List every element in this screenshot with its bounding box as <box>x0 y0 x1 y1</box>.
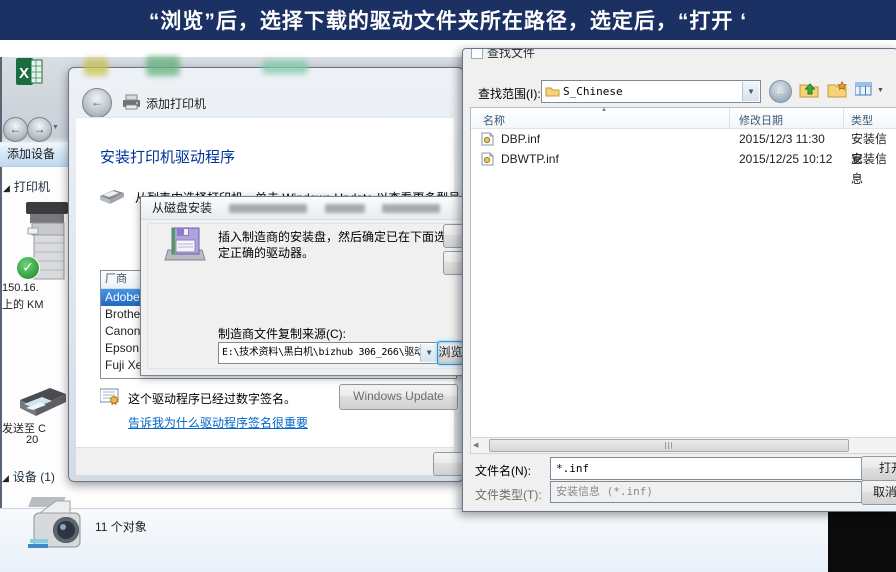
glass-reflection <box>84 58 108 76</box>
back-arrow-icon: ← <box>9 122 22 136</box>
look-in-value: S_Chinese <box>563 85 623 98</box>
fax-device-icon[interactable] <box>16 380 70 425</box>
disk-dialog-title: 从磁盘安装 <box>152 201 213 215</box>
cancel-button[interactable]: 取消 <box>861 480 896 505</box>
glass-reflection <box>146 56 180 76</box>
signing-info-link[interactable]: 告诉我为什么驱动程序签名很重要 <box>128 414 308 431</box>
screen: X ← → ▼ 添加设备 ◢ 打印机 ✓ 150.16. 上的 KM 发送至 C… <box>0 0 896 572</box>
section-expand-icon: ◢ <box>2 473 9 483</box>
wizard-footer <box>76 447 454 475</box>
column-header-name[interactable]: 名称 <box>483 112 505 128</box>
scrollbar-thumb[interactable] <box>489 439 849 452</box>
back-arrow-icon: ← <box>91 95 103 109</box>
printer1-label-line2: 上的 KM <box>2 299 44 311</box>
devices-section-header[interactable]: ◢ 设备 (1) <box>2 468 55 485</box>
sort-ascending-icon: ▲ <box>601 107 607 113</box>
signed-text: 这个驱动程序已经过数字签名。 <box>128 392 297 406</box>
file-row[interactable]: DBWTP.inf 2015/12/25 10:12 安装信息 <box>471 149 896 186</box>
file-type-value: 安装信息 (*.inf) <box>556 485 653 498</box>
printer2-label-line2: 20 <box>26 434 39 446</box>
column-header-date[interactable]: 修改日期 <box>739 112 783 128</box>
next-button-partial[interactable] <box>433 452 464 476</box>
look-in-combobox[interactable]: S_Chinese ▼ <box>541 80 761 103</box>
redacted-text <box>229 204 308 214</box>
certificate-icon <box>99 388 121 408</box>
file-name-label: 文件名(N): <box>475 464 531 478</box>
cancel-button-partial[interactable] <box>443 251 464 275</box>
printer-small-icon <box>122 94 141 113</box>
views-dropdown-icon[interactable]: ▼ <box>877 87 884 94</box>
horizontal-scrollbar[interactable]: ◀ <box>470 437 896 454</box>
file-name: DBWTP.inf <box>501 152 559 166</box>
back-button[interactable]: ← <box>3 117 28 142</box>
copy-from-label: 制造商文件复制来源(C): <box>218 327 346 341</box>
printer-list-icon <box>98 184 126 211</box>
add-device-toolbar-item[interactable]: 添加设备 <box>0 142 68 167</box>
open-button[interactable]: 打开 <box>861 456 896 481</box>
nav-dropdown-icon[interactable]: ▼ <box>52 124 59 131</box>
instruction-banner: “浏览”后，选择下载的驱动文件夹所在路径，选定后，“打开 ‘ <box>0 0 896 40</box>
file-type: 安装信息 <box>851 152 888 186</box>
section-expand-icon: ◢ <box>3 183 10 193</box>
add-device-label: 添加设备 <box>7 147 56 161</box>
file-type-combobox: 安装信息 (*.inf) ▼ <box>550 481 871 503</box>
file-name-value: *.inf <box>556 462 590 475</box>
camera-device-icon <box>26 497 88 564</box>
inf-file-icon <box>481 132 494 146</box>
file-name-combobox[interactable]: *.inf ▼ <box>550 457 871 480</box>
column-header-type[interactable]: 类型 <box>851 112 873 128</box>
floppy-disk-icon <box>164 226 206 267</box>
wizard-heading: 安装打印机驱动程序 <box>100 149 236 166</box>
disk-dialog-message: 插入制造商的安装盘，然后确定已在下面选定正确的驱动器。 <box>218 230 447 260</box>
file-name: DBP.inf <box>501 132 541 146</box>
views-icon[interactable] <box>854 81 875 100</box>
ok-button-partial[interactable] <box>443 224 464 248</box>
file-date: 2015/12/3 11:30 <box>739 132 825 146</box>
browse-button[interactable]: 浏览 <box>437 341 464 365</box>
svg-text:X: X <box>19 65 29 82</box>
printers-section-header[interactable]: ◢ 打印机 <box>3 178 50 195</box>
new-folder-icon[interactable] <box>827 80 848 101</box>
desktop-background <box>828 510 896 572</box>
folder-icon <box>545 87 560 97</box>
manufacturer-column-header[interactable]: 厂商 <box>105 273 127 285</box>
printer2-label-line1: 发送至 C <box>2 423 46 435</box>
forward-button[interactable]: → <box>27 117 52 142</box>
status-object-count: 11 个对象 <box>95 520 147 534</box>
dialog-title: 添加打印机 <box>146 97 207 111</box>
back-nav-icon[interactable]: ← <box>769 80 792 103</box>
banner-text: “浏览”后，选择下载的驱动文件夹所在路径，选定后，“打开 ‘ <box>148 10 748 33</box>
chevron-down-icon[interactable]: ▼ <box>742 82 759 101</box>
file-row[interactable]: DBP.inf 2015/12/3 11:30 安装信息 <box>471 129 896 166</box>
file-type-label: 文件类型(T): <box>475 488 542 502</box>
file-dialog-titlebar: 查找文件 <box>471 49 591 60</box>
look-in-label: 查找范围(I): <box>478 87 541 101</box>
redacted-text <box>324 204 365 214</box>
file-date: 2015/12/25 10:12 <box>739 152 833 166</box>
dialog-icon <box>471 49 483 59</box>
printer1-label-line1: 150.16. <box>2 282 39 294</box>
locate-file-dialog: 查找文件 查找范围(I): S_Chinese ▼ ← ▼ 名称 ▲ 修改日期 <box>462 48 896 512</box>
chevron-down-icon[interactable]: ▼ <box>420 344 437 362</box>
forward-arrow-icon: → <box>33 122 46 136</box>
redacted-text <box>382 204 441 214</box>
scroll-left-icon[interactable]: ◀ <box>473 441 478 449</box>
file-list[interactable]: 名称 ▲ 修改日期 类型 DBP.inf 2015/12/3 11:30 安装信… <box>470 107 896 439</box>
inf-file-icon <box>481 152 494 166</box>
wizard-back-button[interactable]: ← <box>82 88 112 118</box>
default-printer-check-icon: ✓ <box>16 256 40 280</box>
excel-icon[interactable]: X <box>16 57 43 86</box>
path-combobox[interactable]: E:\技术资料\黑白机\bizhub 306_266\驱动程 ▼ <box>218 342 439 364</box>
path-value: E:\技术资料\黑白机\bizhub 306_266\驱动程 <box>222 347 434 358</box>
glass-reflection <box>262 60 308 74</box>
up-one-level-icon[interactable] <box>799 81 819 101</box>
windows-update-button[interactable]: Windows Update <box>339 384 458 410</box>
